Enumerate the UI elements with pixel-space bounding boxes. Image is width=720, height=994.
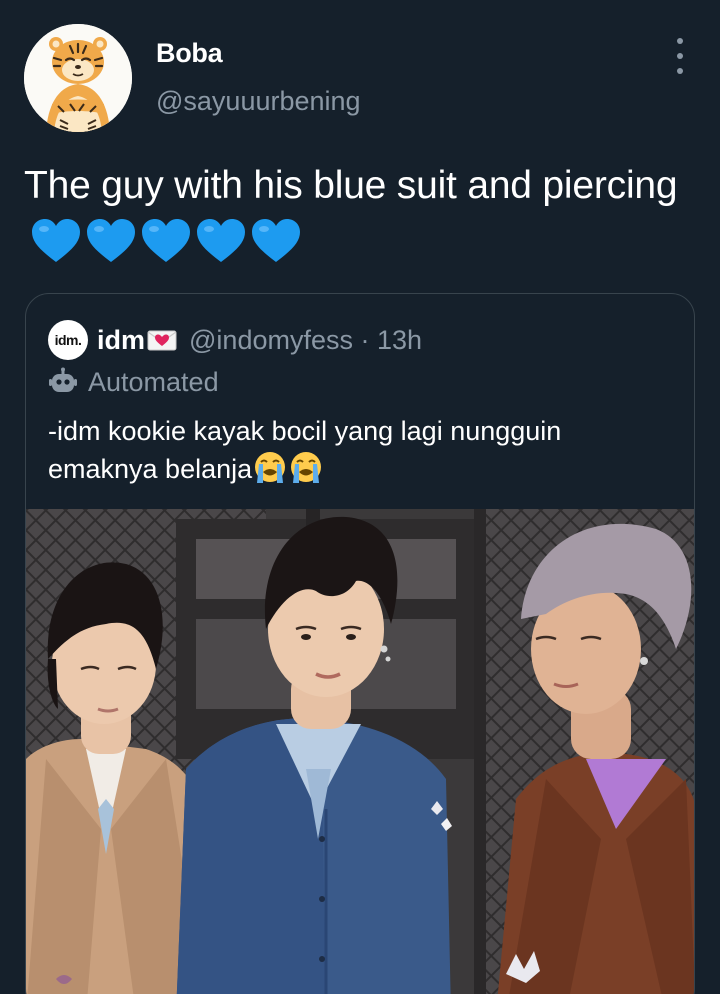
more-dot-icon: [677, 68, 683, 74]
tweet-view: Boba @sayuuurbening The guy with his blu…: [0, 0, 720, 994]
tweet-text-content: The guy with his blue suit and piercing: [24, 164, 678, 207]
more-options-button[interactable]: [666, 38, 694, 74]
author-handle[interactable]: @sayuuurbening: [156, 86, 361, 117]
tweet-text: The guy with his blue suit and piercing: [24, 158, 684, 270]
blue-heart-icon: [142, 219, 190, 262]
blue-heart-icon: [197, 219, 245, 262]
quoted-author-avatar[interactable]: idm.: [48, 320, 88, 360]
robot-icon: [49, 367, 77, 392]
loudly-crying-face-icon: [288, 450, 324, 484]
envelope-with-heart-icon: [147, 330, 177, 351]
tiger-avatar-icon: [24, 24, 132, 132]
more-dot-icon: [677, 53, 683, 59]
blue-heart-icon: [87, 219, 135, 262]
quoted-tweet-header: idm. idm @indomyfess · 13h: [48, 320, 422, 360]
automated-label: Automated: [88, 366, 219, 397]
blue-heart-icon: [252, 219, 300, 262]
author-avatar[interactable]: [24, 24, 132, 132]
photo-three-men-in-suits: [26, 509, 694, 994]
automated-badge: Automated: [48, 364, 219, 400]
quoted-tweet-text: -idm kookie kayak bocil yang lagi nunggu…: [48, 412, 668, 488]
quoted-author-name[interactable]: idm: [97, 325, 145, 356]
quoted-tweet-photo[interactable]: [26, 509, 694, 994]
quoted-author-handle-and-time[interactable]: @indomyfess · 13h: [189, 325, 422, 356]
blue-hearts-emoji-group: [30, 218, 302, 264]
blue-heart-icon: [32, 219, 80, 262]
more-dot-icon: [677, 38, 683, 44]
quoted-tweet-card[interactable]: idm. idm @indomyfess · 13h Automated -id…: [25, 293, 695, 994]
loudly-crying-face-icon: [252, 450, 288, 484]
author-display-name[interactable]: Boba: [156, 38, 223, 69]
